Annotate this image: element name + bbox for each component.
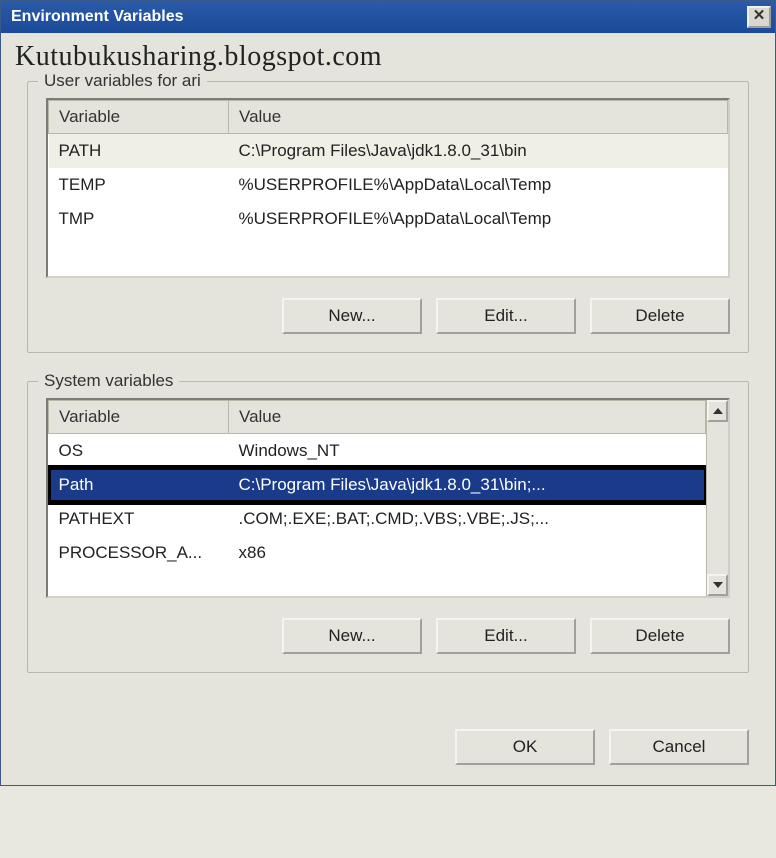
- cell-variable: PROCESSOR_A...: [49, 536, 229, 570]
- scroll-up-button[interactable]: [707, 400, 728, 422]
- system-delete-button[interactable]: Delete: [590, 618, 730, 654]
- system-variables-label: System variables: [38, 371, 179, 391]
- column-header-value[interactable]: Value: [229, 401, 706, 434]
- user-buttons-row: New... Edit... Delete: [46, 298, 730, 334]
- table-header-row: Variable Value: [49, 401, 706, 434]
- column-header-variable[interactable]: Variable: [49, 401, 229, 434]
- dialog-buttons-row: OK Cancel: [1, 721, 775, 785]
- close-button[interactable]: ✕: [747, 6, 771, 28]
- table-row[interactable]: PATH C:\Program Files\Java\jdk1.8.0_31\b…: [49, 134, 728, 169]
- scrollbar[interactable]: [706, 400, 728, 596]
- system-new-button[interactable]: New...: [282, 618, 422, 654]
- environment-variables-dialog: Environment Variables ✕ Kutubukusharing.…: [0, 0, 776, 786]
- column-header-value[interactable]: Value: [229, 101, 728, 134]
- user-edit-button[interactable]: Edit...: [436, 298, 576, 334]
- cell-value: %USERPROFILE%\AppData\Local\Temp: [229, 202, 728, 236]
- cell-variable: TEMP: [49, 168, 229, 202]
- system-variables-table[interactable]: Variable Value OS Windows_NT Path: [46, 398, 730, 598]
- cell-value: .COM;.EXE;.BAT;.CMD;.VBS;.VBE;.JS;...: [229, 502, 706, 536]
- cell-value: x86: [229, 536, 706, 570]
- cancel-button[interactable]: Cancel: [609, 729, 749, 765]
- user-delete-button[interactable]: Delete: [590, 298, 730, 334]
- table-row[interactable]: PROCESSOR_A... x86: [49, 536, 706, 570]
- chevron-down-icon: [713, 582, 723, 588]
- table-row[interactable]: PATHEXT .COM;.EXE;.BAT;.CMD;.VBS;.VBE;.J…: [49, 502, 706, 536]
- user-new-button[interactable]: New...: [282, 298, 422, 334]
- cell-value: %USERPROFILE%\AppData\Local\Temp: [229, 168, 728, 202]
- ok-button[interactable]: OK: [455, 729, 595, 765]
- table-header-row: Variable Value: [49, 101, 728, 134]
- titlebar[interactable]: Environment Variables ✕: [1, 1, 775, 33]
- cell-variable: PATH: [49, 134, 229, 169]
- dialog-content: User variables for ari Variable Value PA…: [1, 77, 775, 721]
- cell-variable: PATHEXT: [49, 502, 229, 536]
- close-icon: ✕: [753, 7, 766, 24]
- system-edit-button[interactable]: Edit...: [436, 618, 576, 654]
- window-title: Environment Variables: [11, 8, 184, 26]
- cell-variable: Path: [49, 468, 229, 502]
- system-buttons-row: New... Edit... Delete: [46, 618, 730, 654]
- user-variables-group: User variables for ari Variable Value PA…: [27, 81, 749, 353]
- system-variables-group: System variables Variable Value: [27, 381, 749, 673]
- cell-value: C:\Program Files\Java\jdk1.8.0_31\bin: [229, 134, 728, 169]
- table-row[interactable]: TEMP %USERPROFILE%\AppData\Local\Temp: [49, 168, 728, 202]
- table-row[interactable]: OS Windows_NT: [49, 434, 706, 469]
- chevron-up-icon: [713, 408, 723, 414]
- user-variables-table[interactable]: Variable Value PATH C:\Program Files\Jav…: [46, 98, 730, 278]
- column-header-variable[interactable]: Variable: [49, 101, 229, 134]
- table-row[interactable]: Path C:\Program Files\Java\jdk1.8.0_31\b…: [49, 468, 706, 502]
- cell-value: C:\Program Files\Java\jdk1.8.0_31\bin;..…: [229, 468, 706, 502]
- cell-value: Windows_NT: [229, 434, 706, 469]
- scroll-down-button[interactable]: [707, 574, 728, 596]
- cell-variable: OS: [49, 434, 229, 469]
- user-variables-label: User variables for ari: [38, 71, 207, 91]
- cell-variable: TMP: [49, 202, 229, 236]
- table-row[interactable]: TMP %USERPROFILE%\AppData\Local\Temp: [49, 202, 728, 236]
